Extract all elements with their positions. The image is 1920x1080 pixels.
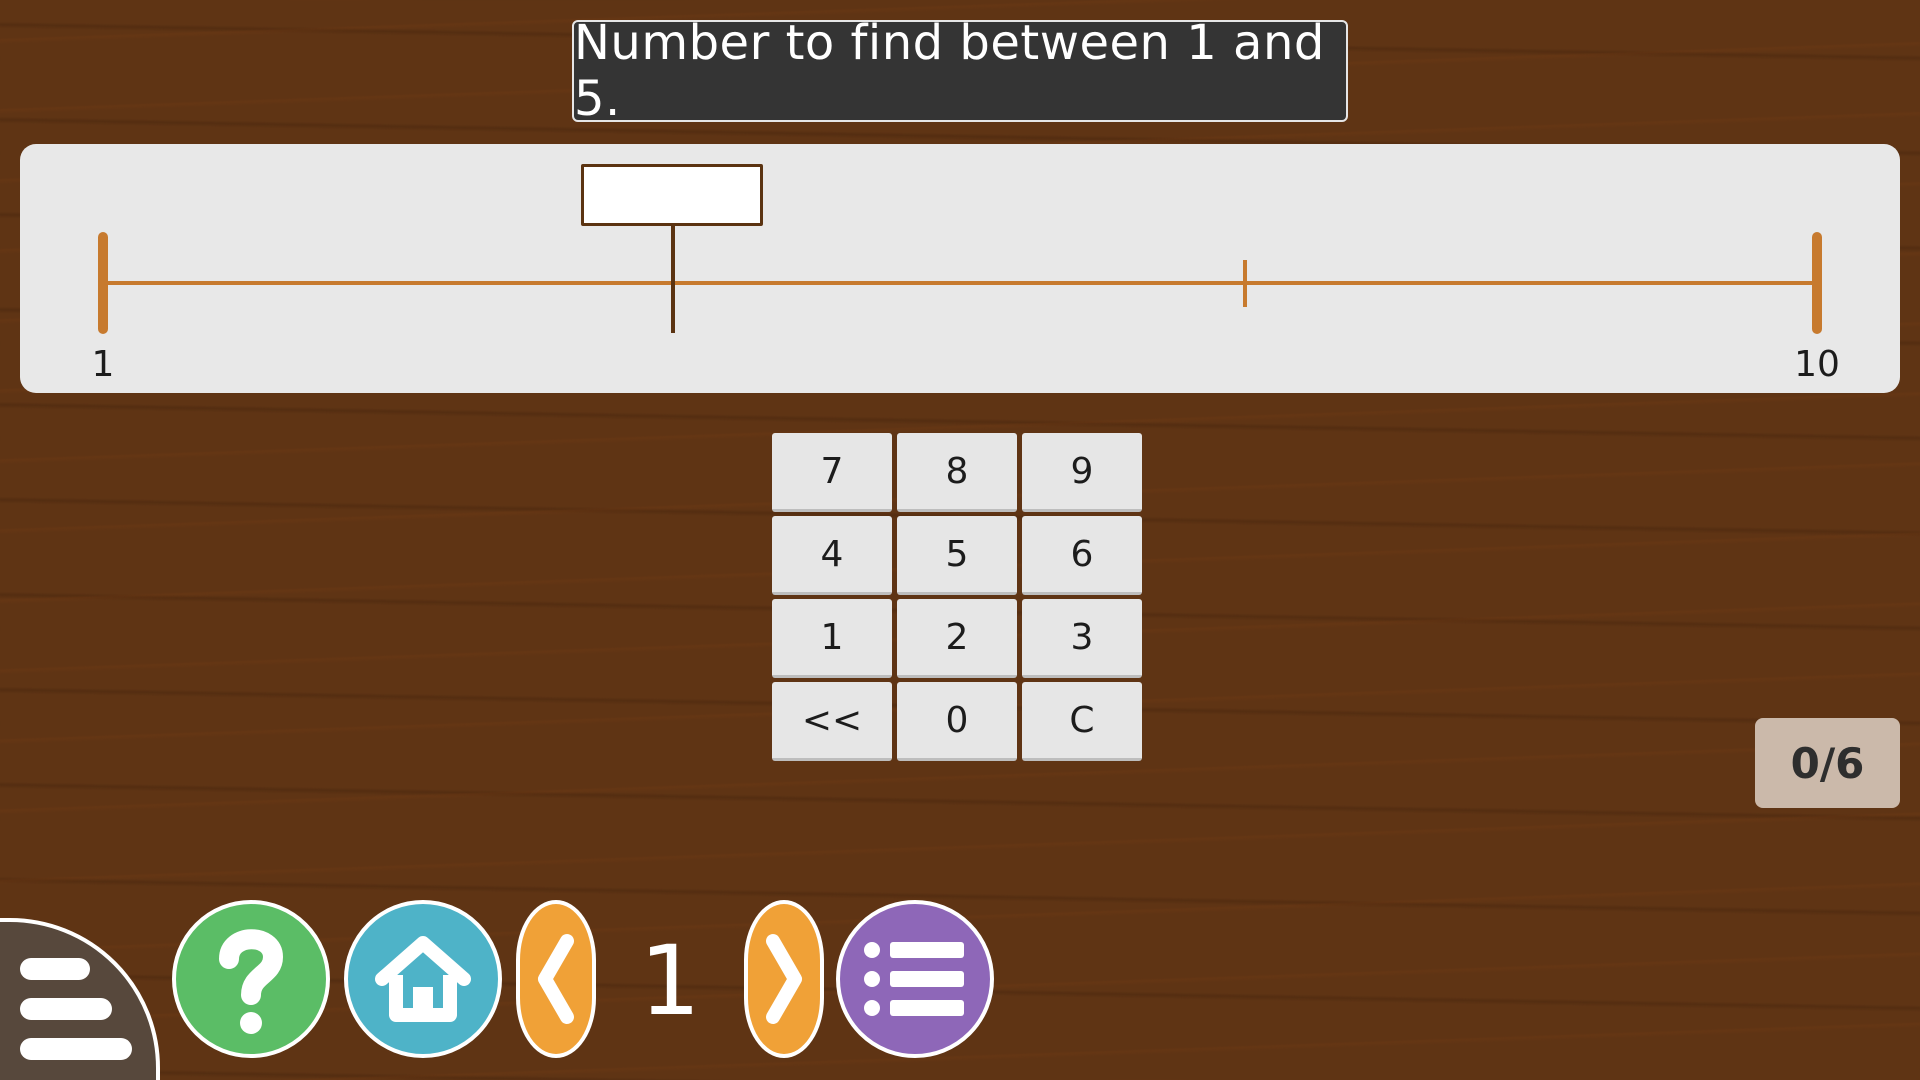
instruction-banner: Number to find between 1 and 5. xyxy=(572,15,1348,127)
key-2[interactable]: 2 xyxy=(897,599,1017,678)
key-9[interactable]: 9 xyxy=(1022,433,1142,512)
key-8[interactable]: 8 xyxy=(897,433,1017,512)
previous-button[interactable] xyxy=(516,900,596,1058)
key-0[interactable]: 0 xyxy=(897,682,1017,761)
key-7[interactable]: 7 xyxy=(772,433,892,512)
chevron-right-icon xyxy=(766,934,802,1024)
home-icon xyxy=(375,936,471,1022)
clear-key[interactable]: C xyxy=(1022,682,1142,761)
home-button[interactable] xyxy=(344,900,502,1058)
page-number: 1 xyxy=(639,925,701,1037)
key-1[interactable]: 1 xyxy=(772,599,892,678)
min-label: 1 xyxy=(91,344,115,385)
key-6[interactable]: 6 xyxy=(1022,516,1142,595)
max-label: 10 xyxy=(1794,344,1840,385)
answer-input-box[interactable] xyxy=(581,164,763,226)
chevron-left-icon xyxy=(538,934,574,1024)
number-line-panel: 1 10 xyxy=(20,144,1900,393)
key-4[interactable]: 4 xyxy=(772,516,892,595)
key-3[interactable]: 3 xyxy=(1022,599,1142,678)
question-mark-icon xyxy=(219,929,284,1034)
list-button[interactable] xyxy=(836,900,994,1058)
next-button[interactable] xyxy=(744,900,824,1058)
number-line xyxy=(98,226,1822,334)
menu-button[interactable] xyxy=(0,918,160,1080)
list-icon xyxy=(864,942,964,1016)
key-5[interactable]: 5 xyxy=(897,516,1017,595)
score-counter: 0/6 xyxy=(1755,718,1900,808)
backspace-key[interactable]: << xyxy=(772,682,892,761)
number-keypad: 7 8 9 4 5 6 1 2 3 << 0 C xyxy=(772,433,1144,761)
help-button[interactable] xyxy=(172,900,330,1058)
